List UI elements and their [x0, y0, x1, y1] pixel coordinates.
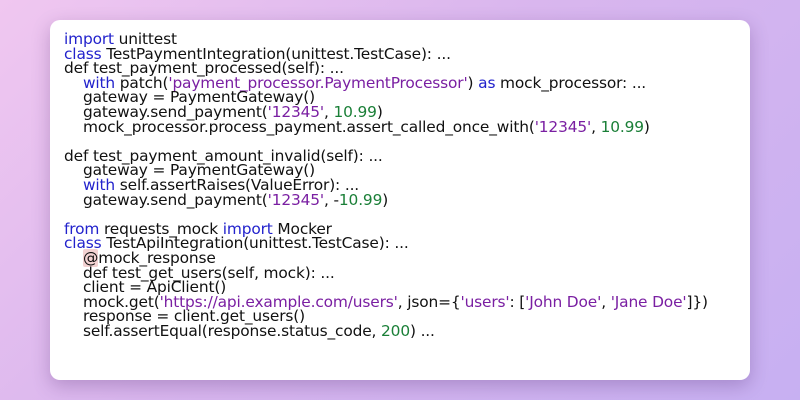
- code-text: gateway.send_payment(: [82, 190, 268, 209]
- code-number: 10.99: [338, 190, 383, 209]
- code-line: gateway.send_payment('12345', -10.99): [64, 190, 740, 209]
- code-number: 10.99: [600, 117, 644, 136]
- code-text: ) ...: [409, 321, 435, 340]
- code-text: , json={: [397, 292, 461, 311]
- code-block: import unittest class TestPaymentIntegrat…: [64, 31, 740, 340]
- code-text: : [: [509, 292, 526, 311]
- code-text: ): [467, 73, 479, 92]
- code-text: ,: [591, 117, 601, 136]
- code-string: 'Jane Doe': [610, 292, 687, 311]
- code-string: '12345': [534, 117, 592, 136]
- code-text: ): [643, 117, 650, 136]
- code-line: self.assertEqual(response.status_code, 2…: [64, 321, 740, 340]
- code-text: mock_processor.process_payment.assert_ca…: [82, 117, 535, 136]
- code-text: mock_processor: ...: [495, 73, 647, 92]
- code-text: ): [382, 190, 389, 209]
- code-string: 'users': [460, 292, 510, 311]
- code-text: , -: [324, 190, 339, 209]
- code-card: import unittest class TestPaymentIntegrat…: [50, 20, 750, 380]
- code-keyword: as: [478, 73, 496, 92]
- code-text: self.assertEqual(response.status_code,: [82, 321, 382, 340]
- code-line: mock_processor.process_payment.assert_ca…: [64, 117, 740, 136]
- code-text: ,: [601, 292, 611, 311]
- code-string: 'John Doe': [525, 292, 602, 311]
- code-text: ]}): [686, 292, 708, 311]
- code-string: '12345': [267, 190, 325, 209]
- code-number: 200: [381, 321, 410, 340]
